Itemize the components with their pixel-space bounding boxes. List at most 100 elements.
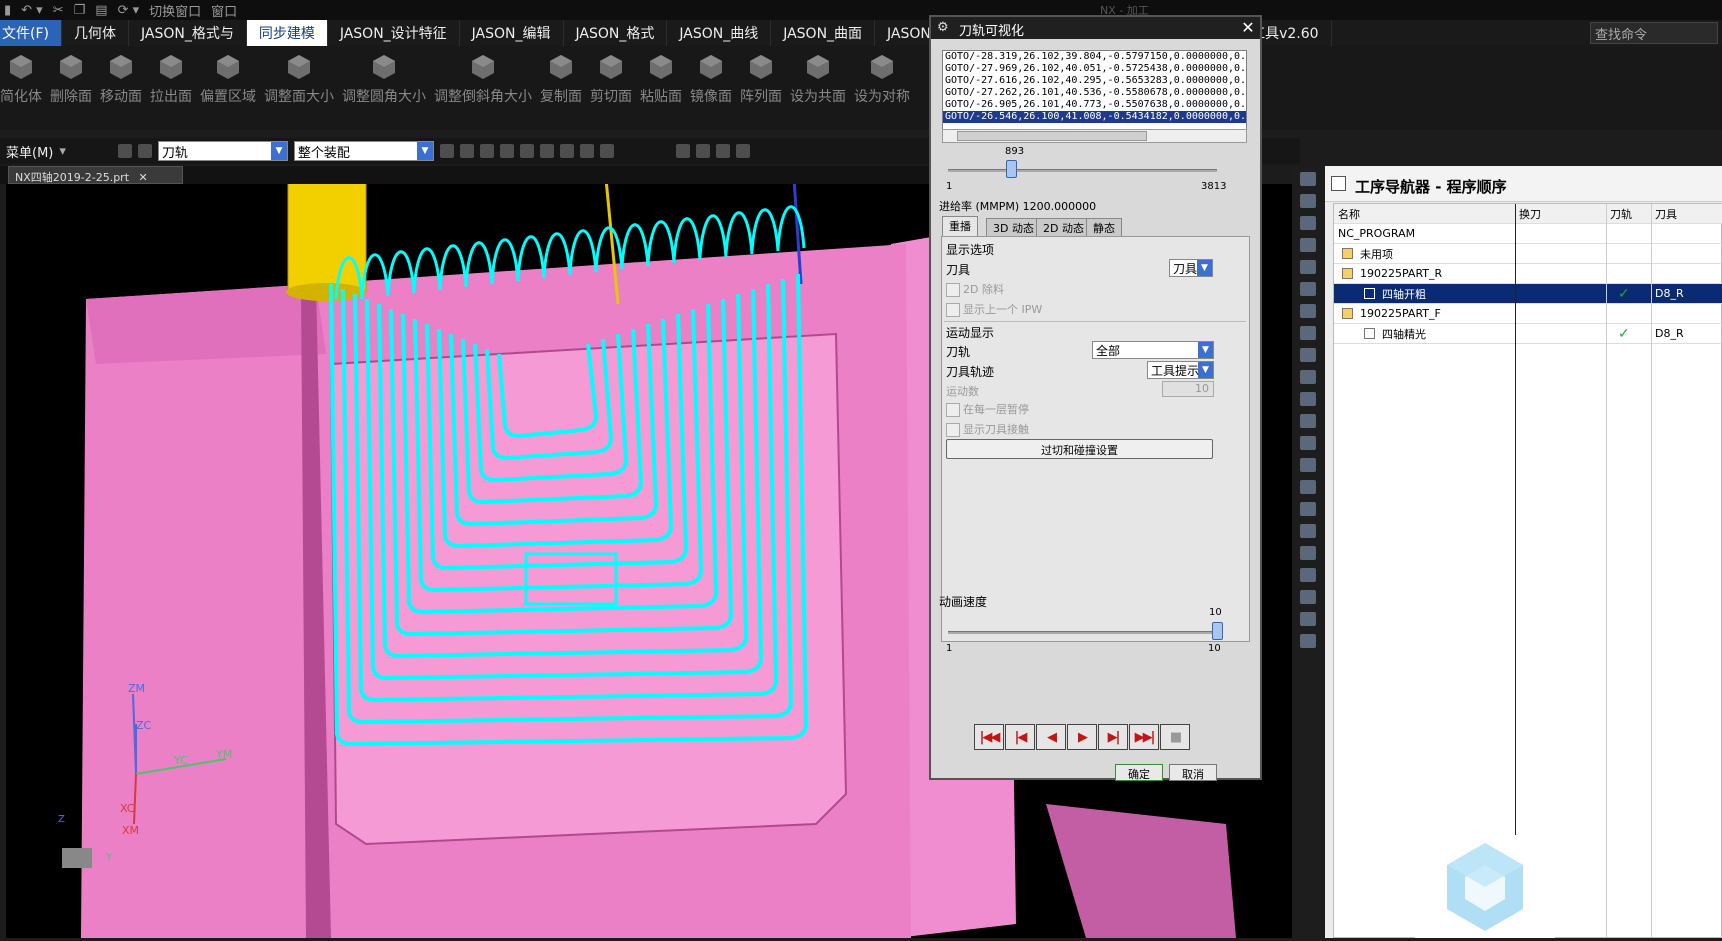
ribbon-button[interactable]: 复制面 xyxy=(540,46,582,106)
to-start-button[interactable]: |◀◀ xyxy=(974,724,1004,750)
type-filter-select[interactable]: 刀轨 ▼ xyxy=(157,141,288,161)
snap-icon[interactable] xyxy=(579,144,594,158)
step-forward-button[interactable]: ▶| xyxy=(1098,724,1128,750)
menu-tab[interactable]: JASON_格式与 xyxy=(129,20,247,46)
navigator-row[interactable]: 190225PART_F xyxy=(1334,304,1722,324)
resource-tool-icon[interactable] xyxy=(1300,370,1316,384)
command-search-input[interactable]: 查找命令 xyxy=(1590,22,1718,44)
resource-tool-icon[interactable] xyxy=(1300,238,1316,252)
motion-count-input[interactable]: 10 xyxy=(1162,381,1214,397)
resource-tool-icon[interactable] xyxy=(1300,216,1316,230)
column-header[interactable]: 刀轨 xyxy=(1610,206,1632,222)
resource-tool-icon[interactable] xyxy=(1300,260,1316,274)
menu-tab[interactable]: 几何体 xyxy=(62,20,129,46)
ribbon-button[interactable]: 简化体 xyxy=(0,46,42,106)
resource-tool-icon[interactable] xyxy=(1300,546,1316,560)
ribbon-button[interactable]: 设为共面 xyxy=(790,46,846,106)
resource-tool-icon[interactable] xyxy=(1300,524,1316,538)
menu-tab[interactable]: 同步建模 xyxy=(246,20,328,46)
ribbon-button[interactable]: 设为对称 xyxy=(854,46,910,106)
menu-tab[interactable]: 文件(F) xyxy=(0,20,62,46)
ribbon-button[interactable]: 粘贴面 xyxy=(640,46,682,106)
trace-display-select[interactable]: 工具提示 ▼ xyxy=(1147,361,1214,379)
anim-speed-thumb[interactable] xyxy=(1212,622,1223,640)
chevron-down-icon[interactable]: ▾ xyxy=(59,144,66,159)
resource-tool-icon[interactable] xyxy=(1300,590,1316,604)
ok-button[interactable]: 确定 xyxy=(1115,764,1163,781)
anim-speed-track[interactable] xyxy=(948,631,1217,634)
position-slider-track[interactable] xyxy=(948,169,1217,172)
column-header[interactable]: 换刀 xyxy=(1519,206,1541,222)
scope-filter-select[interactable]: 整个装配 ▼ xyxy=(293,141,434,161)
goto-line[interactable]: GOTO/-26.905,26.101,40.773,-0.5507638,0.… xyxy=(943,99,1246,111)
window-menu-button[interactable]: 窗口 xyxy=(211,1,237,20)
resource-tool-icon[interactable] xyxy=(1300,458,1316,472)
menu-tab[interactable]: JASON_曲面 xyxy=(771,20,876,46)
snap-icon[interactable] xyxy=(459,144,474,158)
play-reverse-button[interactable]: ◀ xyxy=(1036,724,1066,750)
step-back-button[interactable]: |◀ xyxy=(1005,724,1035,750)
ribbon-button[interactable]: 删除面 xyxy=(50,46,92,106)
navigator-row[interactable]: NC_PROGRAM xyxy=(1334,224,1722,244)
tab-3d-dynamic[interactable]: 3D 动态 xyxy=(986,218,1041,236)
resource-tool-icon[interactable] xyxy=(1300,414,1316,428)
goto-hscrollbar[interactable] xyxy=(942,129,1247,143)
resource-tool-icon[interactable] xyxy=(1300,282,1316,296)
cut-icon[interactable]: ✂ xyxy=(53,3,64,18)
checkbox-2d-removal[interactable]: 2D 除料 xyxy=(946,281,1004,297)
tab-static[interactable]: 静态 xyxy=(1086,218,1122,236)
stop-button[interactable]: ■ xyxy=(1160,724,1190,750)
snap-icon[interactable] xyxy=(519,144,534,158)
resource-tool-icon[interactable] xyxy=(1300,392,1316,406)
resource-tool-icon[interactable] xyxy=(1300,348,1316,362)
checkbox-pause-layer[interactable]: 在每一层暂停 xyxy=(946,401,1029,417)
ribbon-button[interactable]: 调整圆角大小 xyxy=(342,46,426,106)
goto-line[interactable]: GOTO/-28.319,26.102,39.804,-0.5797150,0.… xyxy=(943,51,1246,63)
repeat-icon[interactable]: ⟳ ▾ xyxy=(118,3,140,18)
navigator-row[interactable]: 190225PART_R xyxy=(1334,264,1722,284)
checkbox-box[interactable] xyxy=(946,283,960,297)
resource-tool-icon[interactable] xyxy=(1300,480,1316,494)
menu-tab[interactable]: JASON_格式 xyxy=(564,20,668,46)
resource-tool-icon[interactable] xyxy=(1300,502,1316,516)
paste-icon[interactable]: ▤ xyxy=(95,3,107,18)
ribbon-button[interactable]: 调整倒斜角大小 xyxy=(434,46,532,106)
checkbox-show-contact[interactable]: 显示刀具接触 xyxy=(946,421,1029,437)
path-display-select[interactable]: 全部 ▼ xyxy=(1092,341,1214,359)
ribbon-button[interactable]: 阵列面 xyxy=(740,46,782,106)
ribbon-button[interactable]: 剪切面 xyxy=(590,46,632,106)
column-header[interactable]: 名称 xyxy=(1338,206,1360,222)
play-button[interactable]: ▶ xyxy=(1067,724,1097,750)
snap-icon[interactable] xyxy=(559,144,574,158)
goto-line[interactable]: GOTO/-27.262,26.101,40.536,-0.5580678,0.… xyxy=(943,87,1246,99)
ribbon-button[interactable]: 调整面大小 xyxy=(264,46,334,106)
ribbon-button[interactable]: 镜像面 xyxy=(690,46,732,106)
tab-replay[interactable]: 重播 xyxy=(942,216,978,236)
snap-icon[interactable] xyxy=(479,144,494,158)
copy-icon[interactable]: ❐ xyxy=(74,3,86,18)
resource-tool-icon[interactable] xyxy=(1300,612,1316,626)
snap-icon[interactable] xyxy=(499,144,514,158)
document-tab[interactable]: NX四轴2019-2-25.prt ✕ xyxy=(8,166,183,184)
save-icon[interactable]: ▮ xyxy=(4,3,11,18)
resource-tool-icon[interactable] xyxy=(1300,634,1316,648)
navigator-row[interactable]: 四轴开粗 ✓ D8_R xyxy=(1334,284,1722,304)
ribbon-button[interactable]: 拉出面 xyxy=(150,46,192,106)
menu-tab[interactable]: JASON_曲线 xyxy=(667,20,772,46)
cancel-button[interactable]: 取消 xyxy=(1169,764,1217,781)
column-header[interactable]: 刀具 xyxy=(1655,206,1677,222)
resource-tool-icon[interactable] xyxy=(1300,172,1316,186)
menu-tab[interactable]: JASON_编辑 xyxy=(460,20,564,46)
resource-tool-icon[interactable] xyxy=(1300,304,1316,318)
close-button[interactable]: ✕ xyxy=(1238,18,1258,37)
ribbon-button[interactable]: 移动面 xyxy=(100,46,142,106)
navigator-row[interactable]: 未用项 xyxy=(1334,244,1722,264)
resource-tool-icon[interactable] xyxy=(1300,326,1316,340)
goto-line[interactable]: GOTO/-27.616,26.102,40.295,-0.5653283,0.… xyxy=(943,75,1246,87)
snap-icon[interactable] xyxy=(599,144,614,158)
hscroll-thumb[interactable] xyxy=(957,131,1147,141)
snap-icon[interactable] xyxy=(539,144,554,158)
view-icon[interactable] xyxy=(715,144,730,158)
checkbox-box[interactable] xyxy=(946,403,960,417)
resource-tool-icon[interactable] xyxy=(1300,436,1316,450)
